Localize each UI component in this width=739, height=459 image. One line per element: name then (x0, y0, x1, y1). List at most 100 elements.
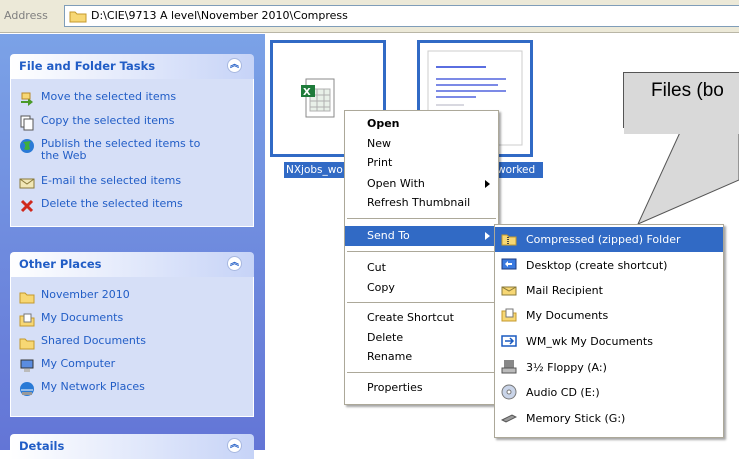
menu-label: Cut (367, 261, 386, 274)
sendto-memory-stick[interactable]: Memory Stick (G:) (495, 406, 723, 431)
details-panel: Details ︽ (10, 434, 254, 459)
globe-icon (20, 139, 34, 153)
panel-body: November 2010 My Documents Shared Docume… (10, 277, 254, 417)
menu-item-properties[interactable]: Properties (345, 378, 498, 398)
place-label: Shared Documents (41, 334, 146, 347)
folder-icon (19, 338, 35, 350)
file-name-label[interactable]: NXjobs_wo (284, 162, 348, 178)
menu-item-rename[interactable]: Rename (345, 347, 498, 367)
task-label: Move the selected items (41, 90, 177, 103)
other-places-panel: Other Places ︽ November 2010 My Document… (10, 252, 254, 417)
menu-label: Send To (367, 229, 410, 242)
place-my-computer[interactable]: My Computer (19, 358, 201, 374)
submenu-arrow-icon (485, 180, 490, 188)
delete-x-icon (20, 199, 34, 213)
panel-header[interactable]: File and Folder Tasks ︽ (10, 54, 254, 79)
task-copy-items[interactable]: Copy the selected items (19, 115, 201, 131)
menu-item-cut[interactable]: Cut (345, 258, 498, 278)
sendto-wm-wk-my-documents[interactable]: WM_wk My Documents (495, 329, 723, 354)
task-label: Delete the selected items (41, 197, 183, 210)
panel-header[interactable]: Details ︽ (10, 434, 254, 459)
menu-item-open-with[interactable]: Open With (345, 174, 498, 194)
menu-label: Memory Stick (G:) (526, 412, 626, 425)
menu-item-send-to[interactable]: Send To (345, 226, 498, 246)
place-my-documents[interactable]: My Documents (19, 312, 201, 328)
callout-pointer (637, 127, 739, 225)
folder-icon (69, 11, 87, 23)
computer-icon (20, 359, 34, 372)
menu-label: Create Shortcut (367, 311, 454, 324)
my-documents-icon (19, 313, 35, 327)
collapse-chevron-icon[interactable]: ︽ (227, 438, 242, 453)
sendto-my-documents[interactable]: My Documents (495, 303, 723, 328)
panel-title: Other Places (19, 257, 102, 271)
place-label: My Computer (41, 357, 116, 370)
folder-icon (19, 292, 35, 304)
task-publish-web[interactable]: Publish the selected items to the Web (19, 138, 201, 162)
menu-item-open[interactable]: Open (345, 114, 498, 134)
network-drive-icon (501, 335, 517, 347)
sendto-mail-recipient[interactable]: Mail Recipient (495, 278, 723, 303)
send-to-submenu: Compressed (zipped) Folder Desktop (crea… (494, 224, 724, 438)
menu-label: Delete (367, 331, 404, 344)
menu-item-create-shortcut[interactable]: Create Shortcut (345, 308, 498, 328)
place-label: November 2010 (41, 288, 130, 301)
menu-item-refresh-thumbnail[interactable]: Refresh Thumbnail (345, 193, 498, 213)
task-pane: File and Folder Tasks ︽ Move the selecte… (0, 34, 265, 459)
panel-body: Move the selected items Copy the selecte… (10, 79, 254, 227)
sendto-audio-cd[interactable]: Audio CD (E:) (495, 380, 723, 405)
menu-label: 3½ Floppy (A:) (526, 361, 607, 374)
my-documents-icon (501, 308, 517, 322)
cd-icon (501, 384, 517, 400)
place-label: My Network Places (41, 380, 145, 393)
place-november-2010[interactable]: November 2010 (19, 289, 201, 305)
menu-label: Properties (367, 381, 423, 394)
menu-separator (347, 372, 496, 373)
address-path: D:\CIE\9713 A level\November 2010\Compre… (91, 9, 348, 22)
task-delete-items[interactable]: Delete the selected items (19, 198, 201, 214)
panel-header[interactable]: Other Places ︽ (10, 252, 254, 277)
copy-icon (20, 115, 34, 131)
address-input[interactable]: D:\CIE\9713 A level\November 2010\Compre… (64, 5, 739, 27)
task-move-items[interactable]: Move the selected items (19, 91, 201, 107)
floppy-icon (501, 360, 517, 374)
menu-label: New (367, 137, 391, 150)
file-name-label[interactable]: worked (495, 162, 543, 178)
menu-label: My Documents (526, 309, 609, 322)
panel-title: File and Folder Tasks (19, 59, 156, 73)
task-label: Copy the selected items (41, 114, 175, 127)
place-shared-documents[interactable]: Shared Documents (19, 335, 201, 351)
sendto-desktop[interactable]: Desktop (create shortcut) (495, 253, 723, 278)
callout-text: Files (bo (651, 80, 724, 101)
place-my-network-places[interactable]: My Network Places (19, 381, 201, 397)
sendto-compressed-folder[interactable]: Compressed (zipped) Folder (495, 227, 723, 252)
mail-icon (501, 286, 517, 296)
place-label: My Documents (41, 311, 124, 324)
task-email-items[interactable]: E-mail the selected items (19, 175, 201, 191)
excel-file-icon: X (301, 78, 335, 118)
sendto-floppy[interactable]: 3½ Floppy (A:) (495, 355, 723, 380)
file-folder-tasks-panel: File and Folder Tasks ︽ Move the selecte… (10, 54, 254, 227)
panel-title: Details (19, 439, 65, 453)
menu-item-copy[interactable]: Copy (345, 278, 498, 298)
menu-label: Rename (367, 350, 413, 363)
address-bar: Address D:\CIE\9713 A level\November 201… (0, 0, 739, 33)
menu-item-delete[interactable]: Delete (345, 328, 498, 348)
menu-label: Audio CD (E:) (526, 386, 600, 399)
menu-label: Compressed (zipped) Folder (526, 233, 681, 246)
menu-item-new[interactable]: New (345, 134, 498, 154)
menu-item-print[interactable]: Print (345, 153, 498, 173)
memory-stick-icon (501, 414, 517, 423)
menu-separator (347, 251, 496, 252)
collapse-chevron-icon[interactable]: ︽ (227, 58, 242, 73)
collapse-chevron-icon[interactable]: ︽ (227, 256, 242, 271)
context-menu: Open New Print Open With Refresh Thumbna… (344, 110, 499, 405)
address-label: Address (4, 9, 48, 22)
move-icon (21, 92, 33, 106)
menu-separator (347, 218, 496, 219)
task-label: Publish the selected items to the Web (41, 137, 201, 162)
menu-label: Print (367, 156, 393, 169)
menu-label: Refresh Thumbnail (367, 196, 471, 209)
email-icon (19, 178, 35, 189)
menu-separator (347, 302, 496, 303)
